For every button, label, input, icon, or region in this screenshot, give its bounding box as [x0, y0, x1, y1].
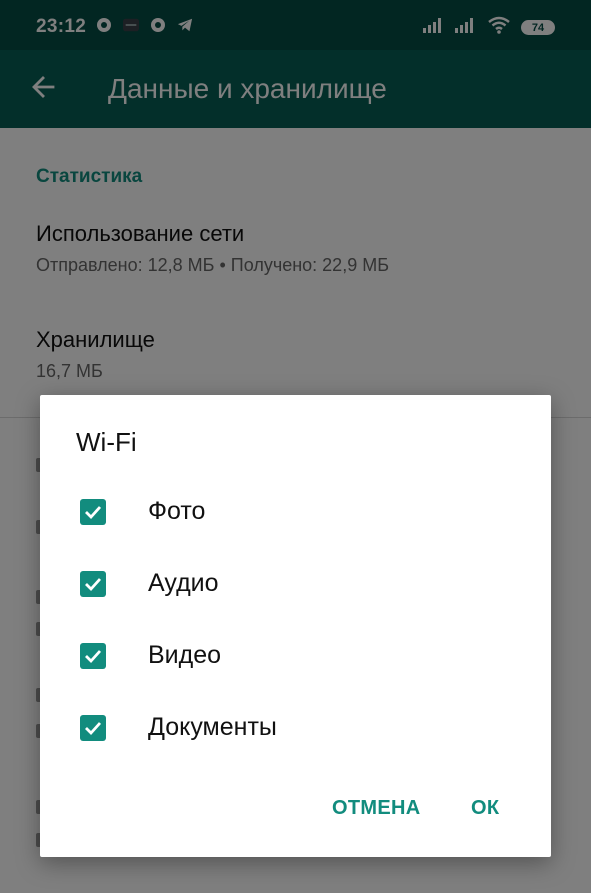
option-label: Фото: [148, 497, 206, 525]
option-label: Аудио: [148, 569, 219, 597]
option-label: Видео: [148, 641, 222, 669]
option-label: Документы: [148, 713, 277, 741]
checkbox-checked-icon[interactable]: [80, 571, 106, 597]
checkbox-checked-icon[interactable]: [80, 715, 106, 741]
option-documents[interactable]: Документы: [40, 711, 551, 775]
ok-button[interactable]: ОК: [471, 797, 499, 820]
dialog-title: Wi-Fi: [76, 427, 137, 457]
cancel-button[interactable]: ОТМЕНА: [332, 797, 420, 820]
option-audio[interactable]: Аудио: [40, 567, 551, 631]
checkbox-checked-icon[interactable]: [80, 643, 106, 669]
wifi-autodownload-dialog: Wi-Fi Фото Аудио Видео Документы ОТМЕНА …: [40, 395, 551, 857]
checkbox-checked-icon[interactable]: [80, 499, 106, 525]
option-video[interactable]: Видео: [40, 639, 551, 703]
option-photo[interactable]: Фото: [40, 495, 551, 559]
